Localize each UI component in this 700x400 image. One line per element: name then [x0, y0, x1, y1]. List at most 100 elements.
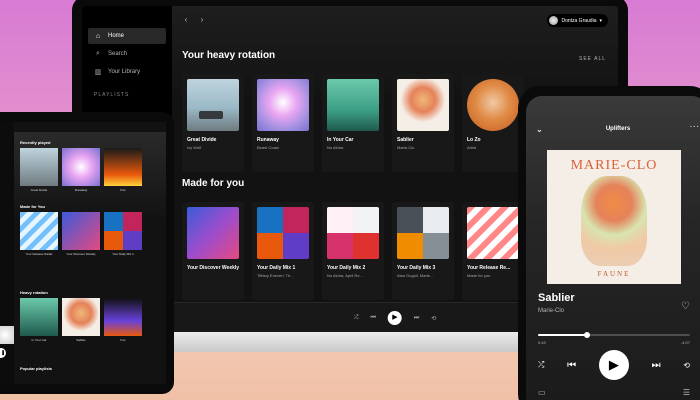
repeat-icon[interactable]: ⟲ [683, 361, 690, 370]
card-title: Your Daily Mix 1 [112, 252, 134, 256]
playlists-section-label: PLAYLISTS [94, 92, 130, 98]
devices-icon[interactable]: ▭ [538, 388, 546, 397]
album-card[interactable]: In Your Car [20, 298, 58, 342]
play-button[interactable]: ▶ [387, 311, 402, 325]
card-subtitle: Marie-Clo [397, 145, 415, 150]
playback-controls: ⤮ ⏮ ▶ ⏭ ⟲ [538, 350, 690, 380]
playlist-art [397, 207, 449, 259]
next-icon[interactable]: ⏭ [414, 315, 419, 322]
card-title: Your Discover Weekly [187, 265, 239, 271]
album-art [397, 79, 449, 131]
sidebar-item-library[interactable]: ▥ Your Library [88, 64, 166, 80]
card-title: Lo Zo [467, 137, 481, 143]
card-subtitle: Tiffany Eneveri, Th... [257, 273, 294, 278]
card-title: In Your Car [31, 338, 47, 342]
remaining-time: -4:07 [680, 340, 690, 345]
chevron-down-icon: ▾ [599, 17, 602, 24]
next-icon[interactable]: ⏭ [652, 360, 661, 371]
album-card[interactable]: In Your Car No Aloha [322, 74, 384, 172]
album-card[interactable]: Fire [104, 148, 142, 192]
album-art [62, 298, 100, 336]
playlist-card[interactable]: Your Daily Mix 1 [104, 212, 142, 256]
pause-button[interactable]: ❚❚ [0, 348, 6, 358]
album-card[interactable]: Great Divide Ivy Wolf [182, 74, 244, 172]
progress-bar[interactable] [538, 332, 690, 338]
tablet-device: Recently played Great Divide Runaway Fir… [0, 112, 174, 394]
playlist-card[interactable]: Your Release Re... Made for you [462, 202, 524, 300]
playlist-card[interactable]: Your Daily Mix 2 No Aloha, April Ro... [322, 202, 384, 300]
card-title: Fire [120, 188, 126, 192]
see-all-link[interactable]: SEE ALL [579, 56, 606, 62]
search-icon: ⌕ [96, 50, 100, 57]
card-title: Your Daily Mix 2 [327, 265, 366, 271]
phone-screen: ⌄ Uplifters ··· MARIE-CLO FAUNE Sablier … [526, 96, 700, 400]
now-playing-art [0, 326, 14, 344]
now-playing-header: ⌄ Uplifters ··· [536, 124, 700, 136]
album-card[interactable]: Fire [104, 298, 142, 342]
card-title: Fire [120, 338, 126, 342]
album-art [20, 298, 58, 336]
album-card[interactable]: Sablier Marie-Clo [392, 74, 454, 172]
portrait-illustration [581, 176, 647, 266]
heart-icon[interactable]: ♡ [681, 301, 690, 312]
tablet-screen: Recently played Great Divide Runaway Fir… [0, 122, 166, 384]
shuffle-icon[interactable]: ⤮ [538, 360, 544, 370]
playlist-art [257, 207, 309, 259]
playlist-card[interactable]: Your Daily Mix 3 Alan Gogoll, Marie... [392, 202, 454, 300]
artist-card[interactable]: Lo Zo Artist [462, 74, 524, 172]
laptop-hinge [172, 332, 528, 352]
card-subtitle: Alan Gogoll, Marie... [397, 273, 434, 278]
album-art [104, 148, 142, 186]
playlist-card[interactable]: Your Discover Weekly [182, 202, 244, 300]
made-for-you-row: Your Release Radar Your Discover Weekly … [20, 212, 142, 256]
card-subtitle: No Aloha [327, 145, 344, 150]
playlist-art [62, 212, 100, 250]
album-card[interactable]: Great Divide [20, 148, 58, 192]
playlist-card[interactable]: Your Daily Mix 1 Tiffany Eneveri, Th... [252, 202, 314, 300]
made-for-you-title: Made for You [20, 204, 45, 209]
sidebar-item-home[interactable]: ⌂ Home [88, 28, 166, 44]
chevron-down-icon[interactable]: ⌄ [536, 125, 543, 134]
sidebar-item-label: Your Library [108, 69, 141, 75]
progress-knob[interactable] [583, 332, 590, 338]
section-title-made-for-you: Made for you [182, 178, 245, 189]
album-art: MARIE-CLO FAUNE [547, 150, 681, 284]
queue-icon[interactable]: ☰ [683, 388, 690, 397]
sidebar-item-search[interactable]: ⌕ Search [88, 46, 166, 62]
album-art [327, 79, 379, 131]
album-card[interactable]: Runaway Beast Coast [252, 74, 314, 172]
card-subtitle: Artist [467, 145, 477, 150]
tablet-main: Recently played Great Divide Runaway Fir… [14, 132, 166, 384]
card-title: Your Daily Mix 1 [257, 265, 296, 271]
more-icon[interactable]: ··· [690, 124, 700, 131]
play-button[interactable]: ▶ [598, 350, 629, 380]
popular-playlists-title: Popular playlists [20, 366, 53, 371]
user-name: Dontza Graudia [561, 17, 597, 24]
artist-name[interactable]: Marie-Clo [538, 308, 564, 314]
repeat-icon[interactable]: ⟲ [431, 315, 436, 322]
phone-device: ⌄ Uplifters ··· MARIE-CLO FAUNE Sablier … [518, 86, 700, 400]
shuffle-icon[interactable]: ⤮ [354, 315, 359, 322]
user-menu[interactable]: Dontza Graudia ▾ [547, 14, 608, 27]
card-subtitle: No Aloha, April Ro... [327, 273, 363, 278]
avatar [549, 16, 559, 25]
album-art [104, 298, 142, 336]
album-card[interactable]: Runaway [62, 148, 100, 192]
made-for-you-row: Your Discover Weekly Your Daily Mix 1 Ti… [182, 202, 524, 300]
album-card[interactable]: Sablier [62, 298, 100, 342]
forward-button[interactable]: › [196, 14, 208, 26]
previous-icon[interactable]: ⏮ [370, 315, 375, 322]
progress-fill [538, 334, 587, 336]
album-art [187, 79, 239, 131]
card-title: Great Divide [187, 137, 217, 143]
playlist-art [104, 212, 142, 250]
playlist-art [187, 207, 239, 259]
playlist-card[interactable]: Your Release Radar [20, 212, 58, 256]
previous-icon[interactable]: ⏮ [567, 360, 576, 371]
heavy-rotation-row: Great Divide Ivy Wolf Runaway Beast Coas… [182, 74, 524, 172]
playlist-card[interactable]: Your Discover Weekly [62, 212, 100, 256]
heavy-rotation-title: Heavy rotation [20, 290, 48, 295]
back-button[interactable]: ‹ [180, 14, 192, 26]
sidebar-item-label: Home [108, 33, 125, 39]
album-art [257, 79, 309, 131]
